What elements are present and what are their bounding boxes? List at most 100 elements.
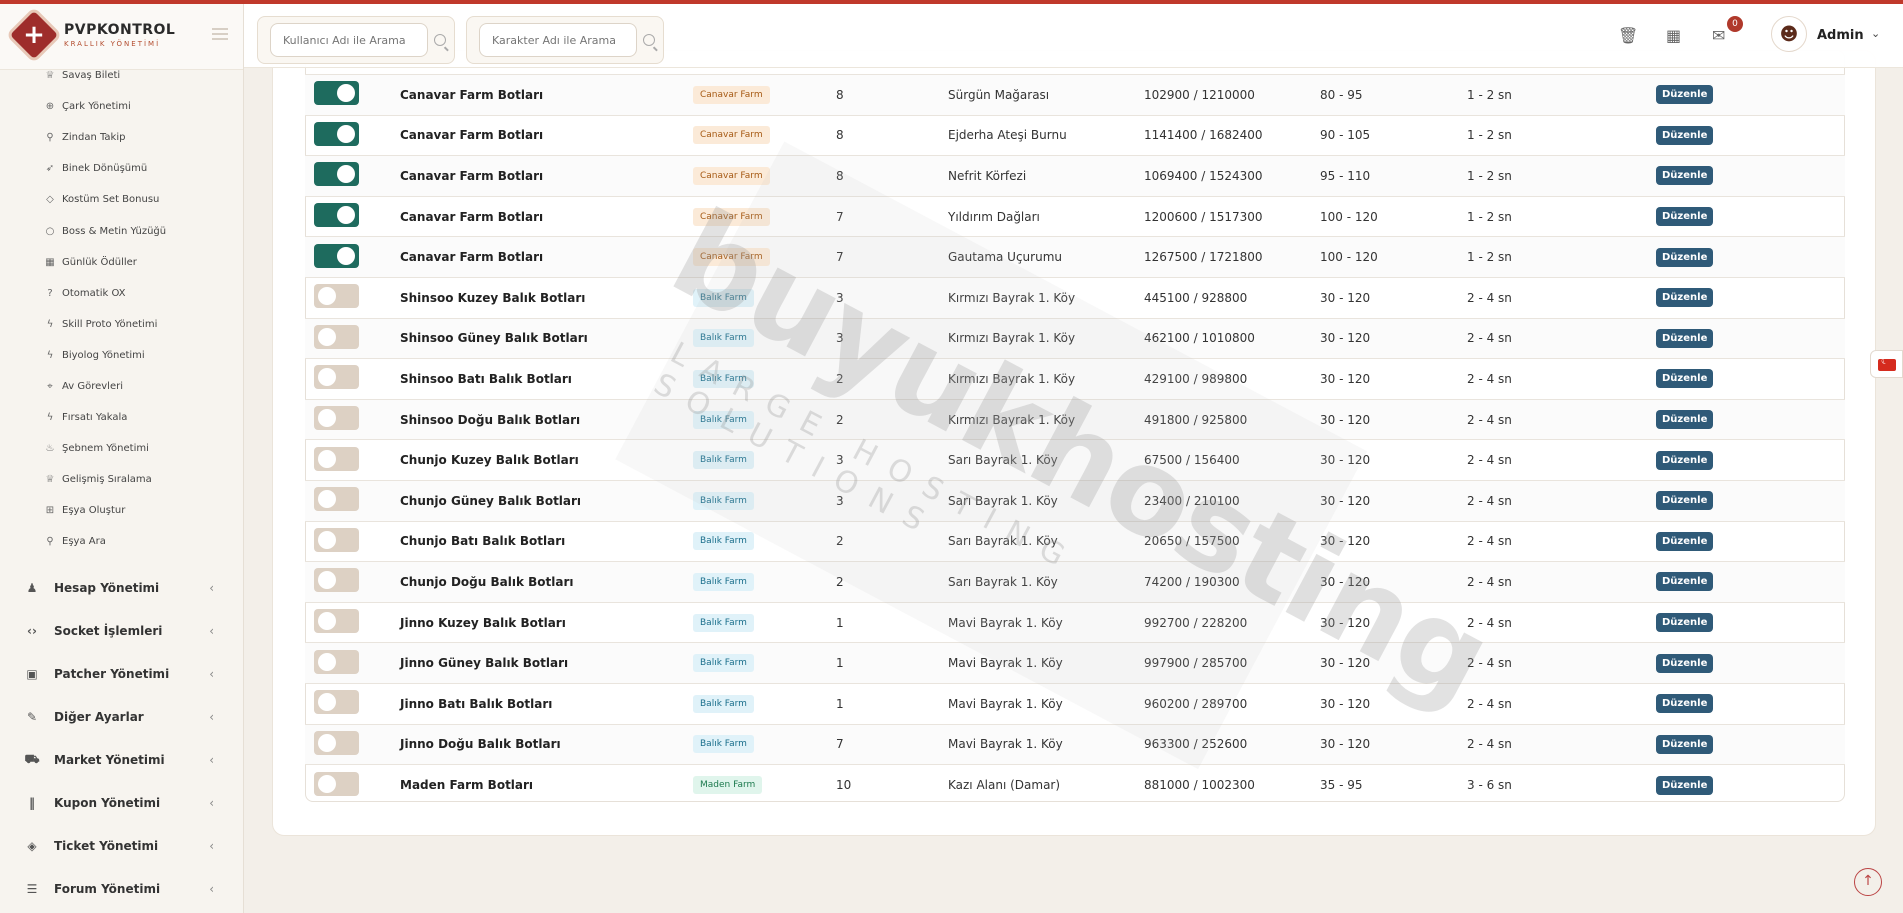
scroll-top-icon[interactable]: ↑ bbox=[1854, 868, 1882, 896]
sidebar-subitem[interactable]: ♕ Savaş Bileti bbox=[0, 60, 243, 91]
sidebar-menu-item[interactable]: ☰ Forum Yönetimi ‹ bbox=[0, 867, 243, 910]
sidebar-menu-item[interactable]: ♟ Hesap Yönetimi ‹ bbox=[0, 566, 243, 609]
sidebar-subitem[interactable]: ○ Boss & Metin Yüzüğü bbox=[0, 215, 243, 246]
sidebar-menu-item[interactable]: ‹› Socket İşlemleri ‹ bbox=[0, 609, 243, 652]
action-cell: Düzenle bbox=[1656, 643, 1845, 684]
sidebar-subitem[interactable]: ? Otomatik OX bbox=[0, 278, 243, 309]
sidebar-menu-item[interactable]: ‖ Kupon Yönetimi ‹ bbox=[0, 781, 243, 824]
action-cell: Düzenle bbox=[1656, 277, 1845, 318]
search-icon[interactable] bbox=[434, 34, 446, 46]
edit-button[interactable]: Düzenle bbox=[1656, 288, 1714, 308]
toggle-cell bbox=[305, 75, 400, 116]
toggle-cell bbox=[305, 277, 400, 318]
active-toggle[interactable] bbox=[314, 243, 359, 268]
active-toggle[interactable] bbox=[314, 690, 359, 715]
user-name[interactable]: Admin bbox=[1817, 28, 1864, 43]
sidebar-subitem[interactable]: ϟ Fırsatı Yakala bbox=[0, 402, 243, 433]
edit-button[interactable]: Düzenle bbox=[1656, 450, 1714, 470]
sidebar-subitem[interactable]: ⚲ Eşya Ara bbox=[0, 526, 243, 557]
language-flag-icon[interactable] bbox=[1870, 350, 1903, 378]
level-range: 30 - 120 bbox=[1320, 412, 1371, 427]
edit-button[interactable]: Düzenle bbox=[1656, 775, 1714, 795]
farm-tag-cell: Balık Farm bbox=[693, 724, 836, 765]
search-icon[interactable] bbox=[643, 34, 655, 46]
active-toggle[interactable] bbox=[314, 730, 359, 755]
sidebar-subitem[interactable]: ⊕ Çark Yönetimi bbox=[0, 91, 243, 122]
active-toggle[interactable] bbox=[314, 81, 359, 106]
action-cell: Düzenle bbox=[1656, 196, 1845, 237]
bolt-icon: ϟ bbox=[46, 318, 54, 330]
active-toggle[interactable] bbox=[314, 162, 359, 187]
sidebar-subitem-label: Kostüm Set Bonusu bbox=[62, 194, 160, 206]
sidebar-subitem[interactable]: ◇ Kostüm Set Bonusu bbox=[0, 184, 243, 215]
cart-icon: ⛟ bbox=[24, 751, 40, 766]
sidebar-subitem[interactable]: ♕ Gelişmiş Sıralama bbox=[0, 464, 243, 495]
menu-toggle-icon[interactable] bbox=[212, 28, 228, 40]
level: 7 bbox=[836, 737, 844, 752]
delay: 1 - 2 sn bbox=[1467, 87, 1512, 102]
sidebar-subitem[interactable]: ⚲ Zindan Takip bbox=[0, 122, 243, 153]
avatar[interactable]: ☻ bbox=[1771, 16, 1807, 52]
active-toggle[interactable] bbox=[314, 365, 359, 390]
edit-button[interactable]: Düzenle bbox=[1656, 653, 1714, 673]
farm-tag-cell: Balık Farm bbox=[693, 643, 836, 684]
chevron-down-icon[interactable]: ⌄ bbox=[1871, 27, 1880, 40]
delay: 1 - 2 sn bbox=[1467, 168, 1512, 183]
edit-button[interactable]: Düzenle bbox=[1656, 491, 1714, 511]
edit-button[interactable]: Düzenle bbox=[1656, 572, 1714, 592]
sidebar-subitem[interactable]: ➶ Binek Dönüşümü bbox=[0, 153, 243, 184]
sidebar-subitem[interactable]: ϟ Biyolog Yönetimi bbox=[0, 340, 243, 371]
sidebar-menu-item[interactable]: ◈ Ticket Yönetimi ‹ bbox=[0, 824, 243, 867]
active-toggle[interactable] bbox=[314, 203, 359, 228]
active-toggle[interactable] bbox=[314, 121, 359, 146]
sidebar-subitem[interactable]: ⌖ Av Görevleri bbox=[0, 371, 243, 402]
trash-icon[interactable]: 🗑 bbox=[1618, 26, 1638, 45]
active-toggle[interactable] bbox=[314, 446, 359, 471]
sidebar-subitem[interactable]: ♨ Şebnem Yönetimi bbox=[0, 433, 243, 464]
edit-button[interactable]: Düzenle bbox=[1656, 166, 1714, 186]
sidebar-subitem[interactable]: ⊞ Eşya Oluştur bbox=[0, 495, 243, 526]
edit-button[interactable]: Düzenle bbox=[1656, 369, 1714, 389]
active-toggle[interactable] bbox=[314, 568, 359, 593]
edit-button[interactable]: Düzenle bbox=[1656, 734, 1714, 754]
sidebar-subitem-label: Eşya Ara bbox=[62, 536, 106, 548]
farm-tag-cell: Balık Farm bbox=[693, 440, 836, 481]
edit-button[interactable]: Düzenle bbox=[1656, 410, 1714, 430]
active-toggle[interactable] bbox=[314, 324, 359, 349]
active-toggle[interactable] bbox=[314, 406, 359, 431]
active-toggle[interactable] bbox=[314, 771, 359, 796]
edit-button[interactable]: Düzenle bbox=[1656, 328, 1714, 348]
sidebar-subitem[interactable]: ▦ Günlük Ödüller bbox=[0, 247, 243, 278]
active-toggle[interactable] bbox=[314, 527, 359, 552]
mail-icon[interactable]: ✉ bbox=[1712, 26, 1725, 45]
globe-icon: ⊕ bbox=[45, 101, 55, 113]
edit-button[interactable]: Düzenle bbox=[1656, 207, 1714, 227]
edit-button[interactable]: Düzenle bbox=[1656, 613, 1714, 633]
edit-button[interactable]: Düzenle bbox=[1656, 531, 1714, 551]
edit-button[interactable]: Düzenle bbox=[1656, 694, 1714, 714]
edit-button[interactable]: Düzenle bbox=[1656, 85, 1714, 105]
chevron-left-icon: ‹ bbox=[209, 838, 214, 853]
top-header: 🗑 ▦ ✉ 0 ☻ Admin ⌄ bbox=[244, 4, 1903, 68]
calendar-icon[interactable]: ▦ bbox=[1666, 26, 1681, 45]
edit-button[interactable]: Düzenle bbox=[1656, 247, 1714, 267]
sidebar-menu-item[interactable]: ✎ Diğer Ayarlar ‹ bbox=[0, 695, 243, 738]
bot-name: Chunjo Güney Balık Botları bbox=[400, 493, 582, 508]
active-toggle[interactable] bbox=[314, 609, 359, 634]
active-toggle[interactable] bbox=[314, 649, 359, 674]
character-search-input[interactable] bbox=[479, 23, 637, 57]
table-row: Chunjo Doğu Balık Botları Balık Farm 2 Sarı… bbox=[305, 561, 1845, 603]
toggle-cell bbox=[305, 440, 400, 481]
sidebar-menu-item[interactable]: ▣ Patcher Yönetimi ‹ bbox=[0, 652, 243, 695]
sidebar-menu-item[interactable]: ⛟ Market Yönetimi ‹ bbox=[0, 738, 243, 781]
user-search-input[interactable] bbox=[270, 23, 428, 57]
active-toggle[interactable] bbox=[314, 284, 359, 309]
toggle-cell bbox=[305, 156, 400, 197]
coordinates: 881000 / 1002300 bbox=[1144, 778, 1255, 793]
edit-button[interactable]: Düzenle bbox=[1656, 125, 1714, 145]
sidebar-subitem[interactable]: ϟ Skill Proto Yönetimi bbox=[0, 309, 243, 340]
farm-tag-cell: Balık Farm bbox=[693, 562, 836, 603]
map-name: Yıldırım Dağları bbox=[948, 209, 1040, 224]
farm-tag: Canavar Farm bbox=[693, 126, 770, 145]
active-toggle[interactable] bbox=[314, 487, 359, 512]
